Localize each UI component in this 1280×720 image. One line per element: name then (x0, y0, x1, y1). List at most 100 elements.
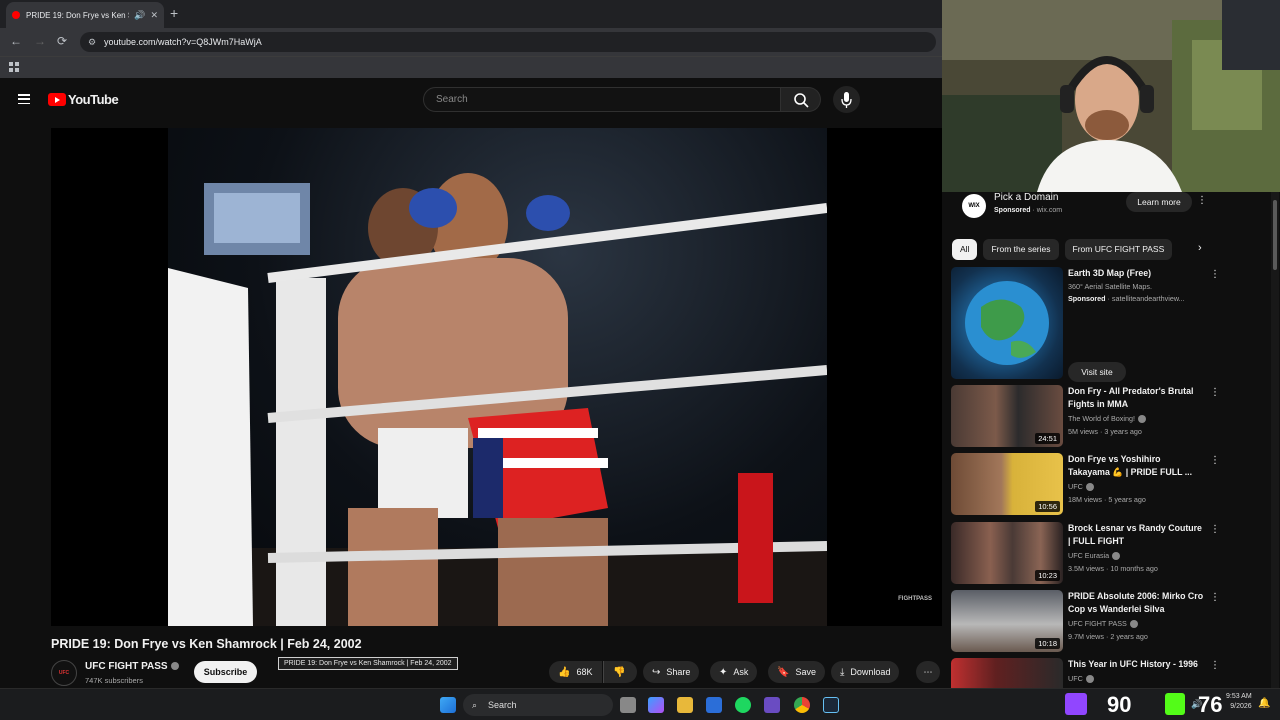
video-duration: 10:23 (1035, 570, 1060, 581)
learn-more-button[interactable]: Learn more (1126, 192, 1192, 212)
list-item[interactable]: 10:18 PRIDE Absolute 2006: Mirko Cro Cop… (951, 590, 1241, 652)
channel-avatar[interactable]: UFC FIGHT PASS (51, 660, 77, 720)
video-more-icon[interactable]: ⋮ (1210, 524, 1220, 535)
sponsored-more-icon[interactable]: ⋮ (1210, 269, 1220, 280)
voice-search-button[interactable] (833, 86, 860, 113)
site-info-icon[interactable]: ⚙ (88, 32, 96, 52)
spotify-icon[interactable] (735, 697, 751, 713)
video-item-meta: 5M views · 3 years ago (1068, 427, 1142, 436)
youtube-logo[interactable]: YouTube (48, 92, 119, 107)
like-button[interactable]: 👍 68K (549, 661, 602, 683)
chrome-icon[interactable] (794, 697, 810, 713)
video-item-meta: 3.5M views · 10 months ago (1068, 564, 1158, 573)
twitch-icon[interactable] (1065, 693, 1087, 715)
volume-icon[interactable]: 🔊 (1191, 699, 1202, 710)
verified-icon (170, 662, 179, 671)
chip-from-series[interactable]: From the series (983, 239, 1059, 260)
new-tab-button[interactable]: + (170, 5, 178, 21)
taskbar-search[interactable]: ⌕ Search (463, 694, 613, 716)
visit-site-button[interactable]: Visit site (1068, 362, 1126, 382)
ad-sponsor-line: Sponsored · wix.com (994, 207, 1062, 214)
list-item[interactable]: 10:23 Brock Lesnar vs Randy Couture | FU… (951, 522, 1241, 584)
video-duration: 24:51 (1035, 433, 1060, 444)
recommendations-sidebar: WIX Pick a Domain Sponsored · wix.com Le… (942, 192, 1280, 688)
video-item-channel: The World of Boxing! (1068, 412, 1146, 425)
scrollbar-thumb[interactable] (1273, 200, 1277, 270)
video-duration: 10:56 (1035, 501, 1060, 512)
video-item-title: Don Frye vs Yoshihiro Takayama 💪 | PRIDE… (1068, 454, 1193, 477)
steam-icon[interactable] (823, 697, 839, 713)
speaker-icon[interactable]: 🔊 (134, 10, 145, 21)
channel-text: The World of Boxing! (1068, 414, 1135, 423)
video-item-meta: 18M views · 5 years ago (1068, 495, 1146, 504)
kick-icon[interactable] (1165, 693, 1185, 715)
tab-close-icon[interactable]: ✕ (150, 10, 158, 21)
fight-scene-image (168, 173, 827, 626)
youtube-favicon-icon (12, 11, 20, 19)
sponsored-label: Sponsored (994, 207, 1031, 214)
apps-grid-icon[interactable] (9, 62, 19, 72)
sparkle-icon: ✦ (719, 666, 728, 678)
channel-text: UFC (1068, 482, 1083, 491)
video-item-channel: UFC Eurasia (1068, 549, 1121, 562)
video-more-icon[interactable]: ⋮ (1210, 592, 1220, 603)
counter-left: 90 (1107, 692, 1132, 717)
windows-start-icon[interactable] (440, 697, 456, 713)
chip-all[interactable]: All (952, 239, 978, 260)
video-item-channel: UFC (1068, 480, 1094, 493)
verified-icon (1085, 675, 1094, 684)
chips-next-icon[interactable]: › (1198, 242, 1202, 254)
video-more-icon[interactable]: ⋮ (1210, 387, 1220, 398)
share-icon: ↪ (652, 666, 661, 678)
channel-name[interactable]: UFC FIGHT PASS (85, 661, 179, 672)
video-player[interactable]: FIGHTPASS (51, 128, 942, 626)
bookmark-icon: 🔖 (777, 666, 790, 678)
video-more-icon[interactable]: ⋮ (1210, 660, 1220, 671)
url-field[interactable]: ⚙ youtube.com/watch?v=Q8JWm7HaWjA (80, 32, 936, 52)
more-actions-button[interactable]: ⋯ (916, 661, 940, 683)
save-label: Save (795, 667, 816, 677)
forward-icon[interactable]: → (34, 34, 46, 48)
video-duration: 10:18 (1035, 638, 1060, 649)
wix-logo: WIX (962, 194, 986, 218)
notepad-icon[interactable] (706, 697, 722, 713)
copilot-icon[interactable] (648, 697, 664, 713)
back-icon[interactable]: ← (10, 34, 22, 48)
ad-more-icon[interactable]: ⋮ (1197, 195, 1207, 206)
sponsored-item[interactable]: Earth 3D Map (Free) 360° Aerial Satellit… (951, 267, 1241, 382)
video-thumbnail (951, 658, 1063, 688)
youtube-play-icon (48, 93, 66, 106)
hud-fx-icon[interactable] (764, 697, 780, 713)
download-button[interactable]: ⤓ Download (831, 661, 900, 683)
reload-icon[interactable]: ⟳ (57, 34, 67, 48)
chip-from-channel[interactable]: From UFC FIGHT PASS (1064, 239, 1173, 260)
task-view-icon[interactable] (620, 697, 636, 713)
search-button[interactable] (781, 87, 821, 112)
browser-tab[interactable]: PRIDE 19: Don Frye vs Ken Shamrock 🔊 ✕ (6, 2, 164, 28)
dislike-button[interactable]: 👎 (603, 661, 637, 683)
hamburger-menu-icon[interactable] (18, 94, 30, 104)
video-item-meta: 9.7M views · 2 years ago (1068, 632, 1148, 641)
search-input[interactable]: Search (423, 87, 781, 112)
video-more-icon[interactable]: ⋮ (1210, 455, 1220, 466)
system-clock[interactable]: 9:53 AM 9/2026 (1226, 692, 1252, 712)
tab-title: PRIDE 19: Don Frye vs Ken Shamrock (26, 10, 129, 20)
youtube-header: YouTube Search (0, 78, 942, 122)
video-frame (168, 128, 827, 626)
notification-bell-icon[interactable]: 🔔 (1258, 698, 1270, 709)
save-button[interactable]: 🔖 Save (768, 661, 825, 683)
streamer-webcam-image (942, 0, 1280, 192)
share-button[interactable]: ↪ Share (643, 661, 700, 683)
list-item[interactable]: This Year in UFC History - 1996 UFC (951, 658, 1241, 688)
sponsored-ad-banner[interactable]: WIX Pick a Domain Sponsored · wix.com Le… (952, 192, 1222, 232)
video-item-title: Brock Lesnar vs Randy Couture | FULL FIG… (1068, 523, 1202, 546)
logo-text: YouTube (68, 92, 119, 107)
list-item[interactable]: 24:51 Don Fry - All Predator's Brutal Fi… (951, 385, 1241, 447)
sponsored-item-title: Earth 3D Map (Free) (1068, 268, 1152, 278)
ask-button[interactable]: ✦ Ask (710, 661, 758, 683)
taskbar-search-label: Search (488, 700, 517, 710)
subscribe-button[interactable]: Subscribe (194, 661, 257, 683)
list-item[interactable]: 10:56 Don Frye vs Yoshihiro Takayama 💪 |… (951, 453, 1241, 515)
file-explorer-icon[interactable] (677, 697, 693, 713)
subscriber-count: 747K subscribers (85, 676, 143, 685)
